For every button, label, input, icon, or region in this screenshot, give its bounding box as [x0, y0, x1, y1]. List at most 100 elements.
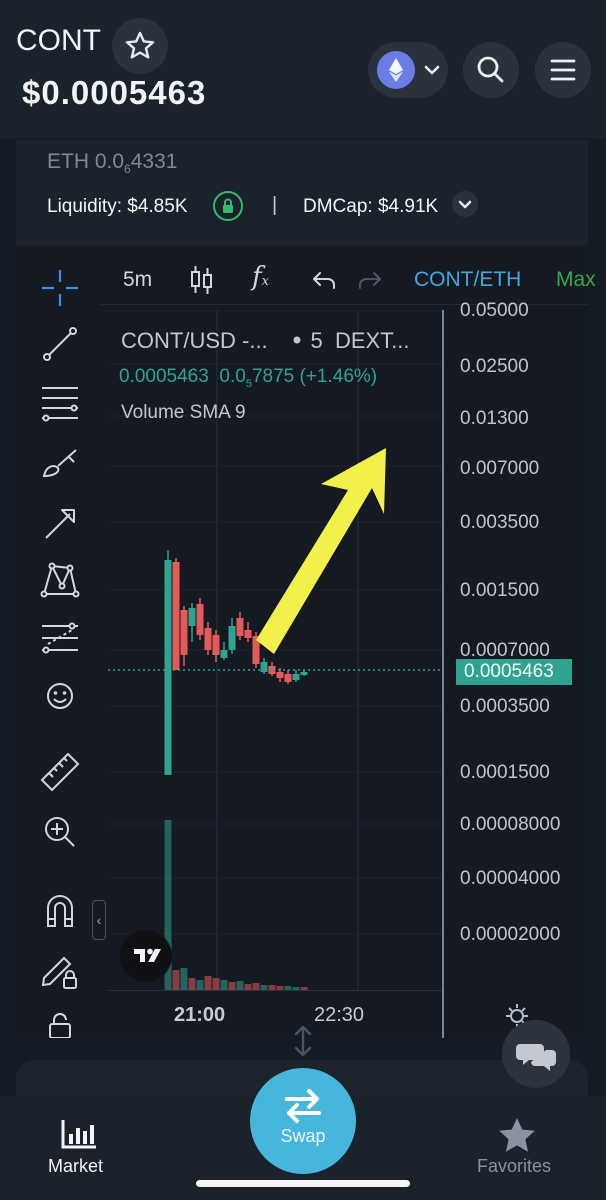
undo-icon[interactable] [310, 262, 338, 298]
menu-button[interactable] [535, 42, 591, 98]
token-symbol: CONT [16, 24, 101, 57]
volume-bar [212, 978, 220, 990]
candle [188, 608, 196, 626]
candle [212, 635, 220, 655]
price-axis-label: 0.01300 [460, 408, 529, 429]
price-axis-label: 0.007000 [460, 458, 540, 479]
ruler-icon[interactable] [38, 750, 82, 794]
price-axis[interactable]: 0.05000 0.02500 0.01300 0.007000 0.00350… [442, 300, 588, 990]
separator: | [272, 194, 278, 216]
token-info-panel: ETH 0.064331 Liquidity: $4.85K | DMCap: … [16, 140, 588, 246]
resize-handle-icon[interactable] [292, 1024, 314, 1058]
volume-bar [236, 981, 244, 990]
candle [292, 674, 300, 680]
candle [196, 604, 204, 635]
collapse-toolbar-handle[interactable]: ‹ [92, 900, 106, 940]
candle [172, 562, 180, 670]
volume-bar [204, 976, 212, 990]
price-chart[interactable]: 5m fx CONT/ETH Max ‹ CONT/USD -... 5 DEX… [16, 248, 596, 1038]
chevron-down-icon [424, 65, 440, 75]
hamburger-icon [550, 59, 576, 81]
legend-symbol[interactable]: CONT/USD -... 5 DEXT... [121, 328, 410, 354]
price-axis-label: 0.001500 [460, 580, 540, 601]
legend-prices: 0.0005463 0.057875 (+1.46%) [119, 366, 378, 390]
volume-bars [164, 820, 308, 990]
lock-icon[interactable] [213, 191, 243, 221]
favorite-button[interactable] [112, 18, 168, 74]
nav-market[interactable]: Market [48, 1156, 103, 1177]
dot-icon [293, 336, 301, 344]
candles-icon[interactable] [188, 262, 216, 298]
price-axis-label: 0.02500 [460, 356, 529, 377]
candle [228, 626, 236, 650]
swap-button[interactable]: Swap [250, 1068, 356, 1174]
swap-arrows-icon [285, 1089, 321, 1123]
candle [164, 560, 172, 775]
chat-icon [516, 1044, 556, 1071]
candle [244, 630, 252, 638]
star-icon[interactable] [496, 1116, 538, 1156]
price-axis-label: 0.05000 [460, 300, 529, 321]
brush-icon[interactable] [38, 442, 82, 486]
candle [204, 628, 212, 650]
candles [164, 550, 308, 775]
indicators-icon[interactable]: fx [252, 262, 269, 292]
tradingview-logo[interactable] [120, 930, 172, 982]
annotation-arrow [256, 448, 386, 654]
candle [300, 672, 308, 675]
volume-bar [188, 978, 196, 990]
candle [276, 672, 284, 678]
price-axis-label: 0.00002000 [460, 924, 561, 945]
swap-label: Swap [280, 1126, 326, 1146]
volume-bar [220, 980, 228, 990]
timeframe-selector[interactable]: 5m [123, 268, 152, 292]
emoji-icon[interactable] [38, 674, 82, 718]
tab-max[interactable]: Max [556, 268, 596, 292]
tab-cont-eth[interactable]: CONT/ETH [414, 268, 521, 292]
dmcap-value: DMCap: $4.91K [303, 196, 439, 217]
time-axis-label: 21:00 [174, 1004, 226, 1026]
eth-price: ETH 0.064331 [47, 150, 178, 177]
search-button[interactable] [463, 42, 519, 98]
pattern-icon[interactable] [38, 558, 82, 602]
volume-bar [180, 968, 188, 990]
lock-drawings-icon[interactable] [38, 948, 82, 992]
volume-bar [172, 970, 180, 990]
time-axis[interactable] [108, 990, 442, 1038]
search-icon [477, 56, 504, 83]
volume-bar [196, 980, 204, 990]
liquidity-value: Liquidity: $4.85K [47, 196, 188, 217]
last-price-tag: 0.0005463 [456, 659, 572, 685]
zoom-in-icon[interactable] [38, 810, 82, 854]
chevron-down-icon [458, 200, 472, 209]
star-icon [125, 31, 155, 59]
arrow-tool-icon[interactable] [38, 502, 82, 546]
volume-bar [252, 983, 260, 990]
ethereum-icon [377, 51, 415, 89]
nav-favorites[interactable]: Favorites [477, 1156, 551, 1177]
price-axis-label: 0.0003500 [460, 696, 550, 717]
chain-selector[interactable] [368, 42, 448, 98]
candle [236, 618, 244, 636]
token-price: $0.0005463 [22, 74, 207, 111]
magnet-icon[interactable] [38, 888, 82, 932]
crosshair-icon[interactable] [38, 266, 82, 310]
price-axis-label: 0.003500 [460, 512, 540, 533]
unlock-icon[interactable] [38, 1008, 82, 1038]
candle [220, 650, 228, 658]
axis-divider [442, 990, 444, 1038]
price-axis-label: 0.00004000 [460, 868, 561, 889]
fib-retracement-icon[interactable] [38, 382, 82, 426]
trend-line-icon[interactable] [38, 322, 82, 366]
chat-button[interactable] [502, 1020, 570, 1088]
expand-info-button[interactable] [452, 191, 478, 217]
redo-icon[interactable] [356, 262, 384, 298]
price-axis-label: 0.00008000 [460, 814, 561, 835]
volume-indicator-label[interactable]: Volume SMA 9 [121, 402, 246, 424]
market-icon[interactable] [60, 1118, 98, 1150]
candle [180, 610, 188, 655]
price-axis-label: 0.0001500 [460, 762, 550, 783]
candle [284, 674, 292, 682]
time-axis-label: 22:30 [314, 1004, 365, 1026]
prediction-icon[interactable] [38, 616, 82, 660]
